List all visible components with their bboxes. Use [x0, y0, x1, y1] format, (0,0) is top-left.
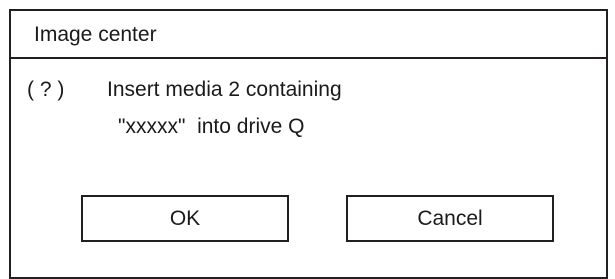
dialog-title: Image center: [34, 23, 157, 46]
insert-media-dialog: Image center ( ? ) Insert media 2 contai…: [9, 9, 608, 279]
question-icon: ( ? ): [27, 78, 65, 101]
title-bar: Image center: [11, 11, 606, 59]
message-line-2: "xxxxx" into drive Q: [118, 115, 305, 138]
dialog-message: Insert media 2 containing "xxxxx" into d…: [107, 78, 342, 139]
ok-button[interactable]: OK: [81, 195, 289, 242]
cancel-button[interactable]: Cancel: [346, 195, 554, 242]
message-line-1: Insert media 2 containing: [107, 78, 342, 101]
